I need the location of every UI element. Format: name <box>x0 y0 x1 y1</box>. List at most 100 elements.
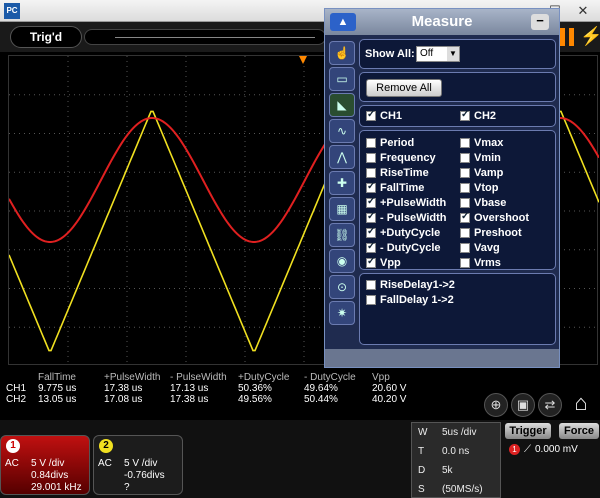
measurement-value: 17.08 us <box>104 394 143 405</box>
zoom-icon[interactable]: ⊕ <box>484 393 508 417</box>
trigger-button[interactable]: Trigger <box>505 423 551 439</box>
measure-item-label: Vamp <box>474 167 504 179</box>
reference-icon[interactable]: ▦ <box>329 197 355 221</box>
measure-item-checkbox[interactable] <box>366 226 376 238</box>
measure-item-checkbox[interactable] <box>460 243 470 253</box>
measurement-value: 50.36% <box>238 383 272 394</box>
remove-all-button[interactable]: Remove All <box>366 79 442 97</box>
autoset-icon[interactable]: ◉ <box>329 249 355 273</box>
measure-dialog-footer <box>325 349 559 367</box>
timebase-key: D <box>418 465 426 476</box>
show-all-select[interactable]: Off ▼ <box>416 46 460 62</box>
math-icon[interactable]: ∿ <box>329 119 355 143</box>
ch2-coupling: AC <box>98 458 112 469</box>
measurement-value: 17.38 us <box>170 394 209 405</box>
close-window-button[interactable]: ✕ <box>572 2 594 20</box>
measure-item-checkbox[interactable] <box>460 258 470 268</box>
measurement-row: CH1 9.775 us 17.38 us 17.13 us 50.36% 49… <box>6 383 446 394</box>
export-icon[interactable]: ⇄ <box>538 393 562 417</box>
ch2-offset: -0.76divs <box>124 470 165 481</box>
measure-item-label: Vpp <box>380 257 401 269</box>
save-icon[interactable]: ▣ <box>511 393 535 417</box>
ch1-frequency: 29.001 kHz <box>31 482 82 493</box>
memory-position-bar[interactable] <box>84 29 326 45</box>
chain-icon[interactable]: ⛓ <box>329 223 355 247</box>
app-icon: PC <box>4 3 20 19</box>
measure-item-checkbox[interactable] <box>460 198 470 208</box>
measure-item-checkbox[interactable] <box>460 183 470 193</box>
falldelay-checkbox[interactable] <box>366 295 376 305</box>
timebase-row: W 5us /div <box>412 423 502 441</box>
risedelay-checkbox[interactable] <box>366 280 376 290</box>
hand-icon[interactable]: ☝ <box>329 41 355 65</box>
measurement-value: 17.38 us <box>104 383 143 394</box>
measurement-value: 9.775 us <box>38 383 77 394</box>
header-pos-pulsewidth: +PulseWidth <box>104 372 161 383</box>
timebase-value: 0.0 ns <box>442 446 470 457</box>
measurement-value: 49.64% <box>304 383 338 394</box>
ch1-offset: 0.84divs <box>31 470 69 481</box>
timebase-value: 5us /div <box>442 427 477 438</box>
measure-item-label: Vmax <box>474 137 504 149</box>
measure-item-label: Overshoot <box>474 212 530 224</box>
ch2-checkbox[interactable] <box>460 109 470 121</box>
measure-item-checkbox[interactable] <box>366 211 376 223</box>
settings-icon[interactable]: ✷ <box>329 301 355 325</box>
trigger-level-readout[interactable]: 1 ⟋ 0.000 mV <box>509 444 578 455</box>
measure-item-label: Preshoot <box>474 227 522 239</box>
pause-icon[interactable] <box>560 28 574 46</box>
force-button[interactable]: Force <box>559 423 599 439</box>
measurement-value: 17.13 us <box>170 383 209 394</box>
ch1-settings-panel[interactable]: 1 AC 5 V /div 0.84divs 29.001 kHz <box>0 435 90 495</box>
row-channel-label: CH1 <box>6 383 27 394</box>
zoom-icon[interactable]: ⊙ <box>329 275 355 299</box>
measure-item-label: Vrms <box>474 257 501 269</box>
remove-all-section: Remove All <box>359 72 556 102</box>
ch1-badge: 1 <box>6 439 20 453</box>
measure-item-checkbox[interactable] <box>366 168 376 178</box>
measure-item-label: Vavg <box>474 242 500 254</box>
measure-item-checkbox[interactable] <box>366 256 376 268</box>
measure-item-label: - PulseWidth <box>380 212 447 224</box>
measure-item-checkbox[interactable] <box>366 153 376 163</box>
measure-dialog-title-bar[interactable]: ▲ Measure − <box>325 9 559 35</box>
channel-icon[interactable]: ▭ <box>329 67 355 91</box>
ch2-checkbox-label: CH2 <box>474 110 497 122</box>
measurement-row: CH2 13.05 us 17.08 us 17.38 us 49.56% 50… <box>6 394 446 405</box>
trigger-position-marker[interactable] <box>299 56 307 64</box>
measure-icon[interactable]: ◣ <box>329 93 355 117</box>
ch2-volts-per-div: 5 V /div <box>124 458 158 469</box>
timebase-panel[interactable]: W 5us /div T 0.0 ns D 5k S (50MS/s) <box>411 422 501 498</box>
show-all-label: Show All: <box>365 48 415 60</box>
fft-icon[interactable]: ⋀ <box>329 145 355 169</box>
home-icon[interactable]: ⌂ <box>566 390 596 418</box>
measurement-header-row: FallTime +PulseWidth - PulseWidth +DutyC… <box>6 372 446 383</box>
measure-item-label: FallTime <box>380 182 425 194</box>
memory-position-line <box>115 37 315 38</box>
ch1-volts-per-div: 5 V /div <box>31 458 65 469</box>
measure-item-checkbox[interactable] <box>460 153 470 163</box>
measure-item-checkbox[interactable] <box>460 211 470 223</box>
measure-item-checkbox[interactable] <box>460 228 470 238</box>
measure-item-label: - DutyCycle <box>380 242 441 254</box>
ch2-settings-panel[interactable]: 2 AC 5 V /div -0.76divs ? <box>93 435 183 495</box>
measure-item-label: Frequency <box>380 152 436 164</box>
measure-item-label: Period <box>380 137 415 149</box>
trigger-level-value: 0.000 mV <box>535 444 578 455</box>
measure-item-checkbox[interactable] <box>366 181 376 193</box>
chevron-down-icon: ▼ <box>447 47 459 61</box>
measure-item-checkbox[interactable] <box>366 196 376 208</box>
measurement-items-section: Period Vmax Frequency Vmin RiseTime Vamp FallT… <box>359 130 556 270</box>
minimize-dialog-button[interactable]: − <box>531 14 549 30</box>
ch1-checkbox[interactable] <box>366 109 376 121</box>
measure-item-checkbox[interactable] <box>366 138 376 148</box>
delay-section: RiseDelay1->2 FallDelay 1->2 <box>359 273 556 345</box>
trigger-channel-badge: 1 <box>509 444 520 455</box>
trigger-status-badge: Trig'd <box>10 26 82 48</box>
cursor-icon[interactable]: ✚ <box>329 171 355 195</box>
lightning-icon[interactable]: ⚡ <box>580 26 600 47</box>
measure-item-checkbox[interactable] <box>460 138 470 148</box>
measurement-value: 20.60 V <box>372 383 407 394</box>
measure-item-checkbox[interactable] <box>460 168 470 178</box>
measure-item-checkbox[interactable] <box>366 241 376 253</box>
